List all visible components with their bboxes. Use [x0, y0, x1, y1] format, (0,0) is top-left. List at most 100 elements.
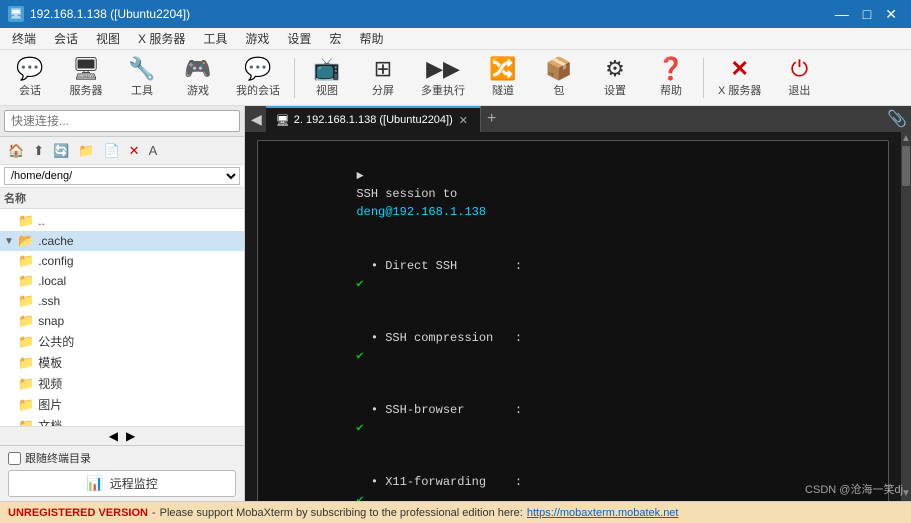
sidebar-text-button[interactable]: A — [145, 141, 162, 160]
follow-terminal-input[interactable] — [8, 452, 21, 465]
menu-settings[interactable]: 设置 — [279, 28, 319, 49]
toolbar-games[interactable]: 🎮 游戏 — [172, 54, 224, 102]
menu-session[interactable]: 会话 — [46, 28, 86, 49]
tree-item-videos[interactable]: 📁 视频 — [0, 373, 244, 394]
path-select[interactable]: /home/deng/ — [4, 167, 240, 185]
tree-scroll-right[interactable]: ▶ — [126, 429, 135, 443]
package-icon: 📦 — [545, 58, 572, 80]
tree-item-cache[interactable]: ▼ 📂 .cache — [0, 231, 244, 251]
tree-item-pictures[interactable]: 📁 图片 — [0, 394, 244, 415]
tree-item-label: 图片 — [38, 396, 62, 413]
expand-icon: ▼ — [4, 236, 18, 247]
toolbar-tunnel[interactable]: 🔀 隧道 — [477, 54, 529, 102]
toolbar-separator-2 — [703, 58, 704, 98]
sidebar-home-button[interactable]: 🏠 — [4, 141, 28, 160]
toolbar-exit[interactable]: ⏻ 退出 — [773, 54, 825, 102]
tab-pin-button[interactable]: 📎 — [887, 109, 907, 129]
toolbar-split[interactable]: ⊞ 分屏 — [357, 54, 409, 102]
sidebar-newfolder-button[interactable]: 📁 — [74, 141, 98, 160]
tree-item-snap[interactable]: 📁 snap — [0, 311, 244, 331]
arrow-icon: ► — [356, 169, 370, 183]
sidebar-delete-button[interactable]: ✕ — [125, 141, 144, 160]
checkmark-icon: ✔ — [356, 349, 363, 363]
terminal-line: • X11-forwarding : ✔ (remote display is … — [270, 455, 876, 501]
scroll-thumb[interactable] — [902, 146, 910, 186]
toolbar-mysessions[interactable]: 💬 我的会话 — [228, 54, 288, 102]
toolbar-multiexec[interactable]: ▶▶ 多重执行 — [413, 54, 473, 102]
toolbar-server[interactable]: 🖥 服务器 — [60, 54, 112, 102]
scroll-down-button[interactable]: ▼ — [901, 487, 911, 501]
terminal-scrollbar[interactable]: ▲ ▼ — [901, 132, 911, 501]
menu-xserver[interactable]: X 服务器 — [130, 28, 193, 49]
menu-view[interactable]: 视图 — [88, 28, 128, 49]
tree-item-config[interactable]: 📁 .config — [0, 251, 244, 271]
terminal-area: ► SSH session to deng@192.168.1.138 • Di… — [245, 132, 911, 501]
tools-icon: 🔧 — [128, 58, 155, 80]
menu-terminal[interactable]: 终端 — [4, 28, 44, 49]
terminal[interactable]: ► SSH session to deng@192.168.1.138 • Di… — [245, 132, 901, 501]
tree-scroll-left[interactable]: ◀ — [109, 429, 118, 443]
tree-item-local[interactable]: 📁 .local — [0, 271, 244, 291]
scroll-up-button[interactable]: ▲ — [901, 132, 911, 146]
title-bar: 🖥 192.168.1.138 ([Ubuntu2204]) — □ ✕ — [0, 0, 911, 28]
search-input[interactable] — [4, 110, 240, 132]
terminal-line: • SSH-browser : ✔ — [270, 383, 876, 455]
tab-bar: ◀ 🖥 2. 192.168.1.138 ([Ubuntu2204]) ✕ + … — [245, 106, 911, 132]
toolbar-separator-1 — [294, 58, 295, 98]
tab-close-button[interactable]: ✕ — [457, 114, 470, 127]
tree-item-documents[interactable]: 📁 文档 — [0, 415, 244, 426]
tree-item-label: snap — [38, 314, 64, 328]
window-controls: — □ ✕ — [829, 5, 903, 23]
menu-macro[interactable]: 宏 — [321, 28, 349, 49]
maximize-button[interactable]: □ — [857, 5, 877, 23]
monitor-icon: 📊 — [86, 475, 103, 492]
sidebar: 🏠 ⬆ 🔄 📁 📄 ✕ A /home/deng/ 名称 📁 .. ▼ 📂 — [0, 106, 245, 501]
tree-item-label: 模板 — [38, 354, 62, 371]
toolbar-view[interactable]: 📺 视图 — [301, 54, 353, 102]
toolbar-xserver[interactable]: ✕ X 服务器 — [710, 54, 769, 102]
tree-item-label: 文档 — [38, 417, 62, 426]
tree-item-templates[interactable]: 📁 模板 — [0, 352, 244, 373]
folder-icon: 📁 — [18, 293, 34, 309]
sidebar-up-button[interactable]: ⬆ — [29, 141, 48, 160]
app-icon: 🖥 — [8, 6, 24, 22]
exit-icon: ⏻ — [791, 58, 808, 80]
toolbar-tools[interactable]: 🔧 工具 — [116, 54, 168, 102]
tree-item-public[interactable]: 📁 公共的 — [0, 331, 244, 352]
toolbar-help[interactable]: ❓ 帮助 — [645, 54, 697, 102]
tree-item-parent[interactable]: 📁 .. — [0, 211, 244, 231]
toolbar-exit-label: 退出 — [788, 82, 810, 98]
menu-help[interactable]: 帮助 — [351, 28, 391, 49]
folder-icon: 📁 — [18, 273, 34, 289]
menu-tools[interactable]: 工具 — [195, 28, 235, 49]
follow-terminal-checkbox[interactable]: 跟随终端目录 — [8, 450, 236, 466]
games-icon: 🎮 — [184, 58, 211, 80]
split-icon: ⊞ — [374, 58, 392, 80]
toolbar-settings[interactable]: ⚙ 设置 — [589, 54, 641, 102]
toolbar-session[interactable]: 💬 会话 — [4, 54, 56, 102]
remote-monitor-button[interactable]: 📊 远程监控 — [8, 470, 236, 497]
folder-open-icon: 📂 — [18, 233, 34, 249]
tree-item-label: .local — [38, 274, 66, 288]
sidebar-refresh-button[interactable]: 🔄 — [49, 141, 73, 160]
xserver-icon: ✕ — [730, 58, 748, 80]
tab-nav-left[interactable]: ◀ — [247, 109, 266, 130]
toolbar-package[interactable]: 📦 包 — [533, 54, 585, 102]
menu-games[interactable]: 游戏 — [237, 28, 277, 49]
menu-bar: 终端 会话 视图 X 服务器 工具 游戏 设置 宏 帮助 — [0, 28, 911, 50]
scroll-track[interactable] — [901, 146, 911, 487]
close-button[interactable]: ✕ — [879, 5, 903, 23]
mysessions-icon: 💬 — [244, 58, 271, 80]
sidebar-newfile-button[interactable]: 📄 — [99, 141, 123, 160]
sidebar-path: /home/deng/ — [0, 165, 244, 188]
status-link[interactable]: https://mobaxterm.mobatek.net — [527, 507, 679, 519]
tab-add-button[interactable]: + — [481, 110, 502, 128]
tab-session-2[interactable]: 🖥 2. 192.168.1.138 ([Ubuntu2204]) ✕ — [266, 106, 481, 132]
tree-item-ssh[interactable]: 📁 .ssh — [0, 291, 244, 311]
folder-icon: 📁 — [18, 418, 34, 427]
sidebar-toolbar: 🏠 ⬆ 🔄 📁 📄 ✕ A — [0, 137, 244, 165]
minimize-button[interactable]: — — [829, 5, 855, 23]
terminal-wrapper: ◀ 🖥 2. 192.168.1.138 ([Ubuntu2204]) ✕ + … — [245, 106, 911, 501]
tree-item-label: .. — [38, 214, 45, 228]
folder-icon: 📁 — [18, 253, 34, 269]
